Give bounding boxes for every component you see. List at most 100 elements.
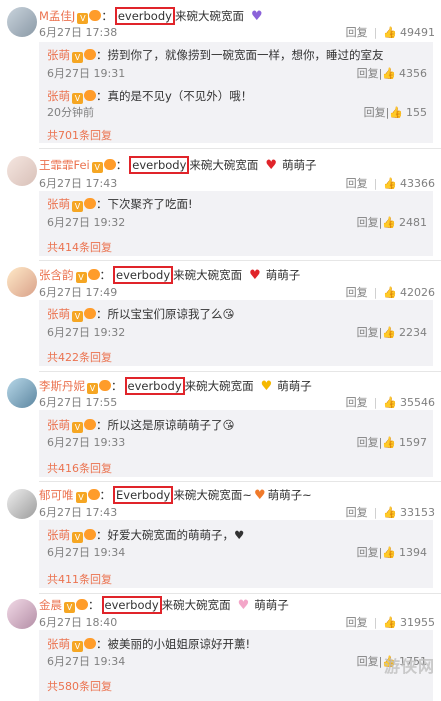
thumbs-up-icon[interactable]: 👍 [383,396,397,409]
thumbs-up-icon[interactable]: 👍 [382,546,396,559]
comment-date: 6月27日 17:55 [39,396,118,409]
thumbs-up-icon[interactable]: 👍 [382,326,396,339]
thumbs-up-icon[interactable]: 👍 [389,106,403,119]
reply-button[interactable]: 回复 [357,67,379,80]
username[interactable]: 李斯丹妮 [39,379,85,393]
reply-username[interactable]: 张萌 [47,197,70,211]
username[interactable]: 张含韵 [39,268,74,282]
reply-button[interactable]: 回复 [346,286,368,299]
verified-badge-icon: V [91,162,103,173]
reply-text: 张萌 V ：所以宝宝们原谅我了么😘 [47,307,235,322]
reply-button[interactable]: 回复 [357,216,379,229]
reply-button[interactable]: 回复 [364,106,386,119]
comment-text: 来碗大碗宽面 [173,268,243,282]
like-count: 155 [406,106,427,119]
comment-item: 王霏霏Fei V： everbody 来碗大碗宽面 ♥ 萌萌子 6月27日 17:43 回… [0,152,441,256]
reply-username[interactable]: 张萌 [47,528,70,542]
reply-actions: 回复|👍 2234 [356,326,427,339]
thumbs-up-icon[interactable]: 👍 [383,26,397,39]
thumbs-up-icon[interactable]: 👍 [382,67,396,80]
more-replies-link[interactable]: 共580条回复 [47,678,112,694]
comment-actions: 回复 | 👍 31955 [345,616,435,629]
thumbs-up-icon[interactable]: 👍 [383,506,397,519]
like-count: 35546 [400,396,435,409]
like-count: 33153 [400,506,435,519]
comment-text: 来碗大碗宽面 [161,598,231,612]
divider [39,371,441,372]
reply-text: 张萌 V ：捞到你了，就像捞到一碗宽面一样，想你，睡过的室友 [47,48,384,63]
like-count: 2234 [399,326,427,339]
comment-date: 6月27日 17:49 [39,286,118,299]
more-replies-link[interactable]: 共411条回复 [47,571,112,587]
comment-date: 6月27日 17:43 [39,506,118,519]
reply-button[interactable]: 回复 [346,396,368,409]
reply-button[interactable]: 回复 [346,506,368,519]
thumbs-up-icon[interactable]: 👍 [383,177,397,190]
reply-button[interactable]: 回复 [346,616,368,629]
reply-list: 张萌 V ：捞到你了，就像捞到一碗宽面一样，想你，睡过的室友 6月27日 19:31… [39,42,433,143]
reply-button[interactable]: 回复 [346,177,368,190]
comment-header: 李斯丹妮 V： everbody 来碗大碗宽面 ♥ 萌萌子 [39,377,312,395]
more-replies-link[interactable]: 共416条回复 [47,460,112,476]
reply-username[interactable]: 张萌 [47,48,70,62]
more-replies-link[interactable]: 共701条回复 [47,127,112,143]
reply-button[interactable]: 回复 [357,436,379,449]
reply-list: 张萌 V ：好爱大碗宽面的萌萌子，♥ 6月27日 19:34 回复|👍 1394 共4… [39,520,433,588]
avatar[interactable] [7,378,37,408]
comment-item: 金晨 V： everbody 来碗大碗宽面 ♥ 萌萌子 6月27日 18:40 回复 | 👍 3… [0,596,441,701]
comment-text: 来碗大碗宽面 [184,379,254,393]
verified-badge-icon: V [72,311,83,322]
more-replies-link[interactable]: 共414条回复 [47,239,112,255]
highlight-box: Everbody [113,486,174,504]
comment-actions: 回复 | 👍 33153 [345,506,435,519]
avatar[interactable] [7,489,37,519]
reply-actions: 回复|👍 1597 [356,436,427,449]
username[interactable]: 郁可唯 [39,488,74,502]
reply-username[interactable]: 张萌 [47,89,70,103]
reply-text: 张萌 V ：所以这是原谅萌萌子了😘 [47,418,235,433]
reply-actions: 回复|👍 1394 [356,546,427,559]
avatar[interactable] [7,7,37,37]
member-crown-icon [87,489,100,500]
comment-header: 郁可唯 V： Everbody 来碗大碗宽面~ ♥ 萌萌子~ [39,486,312,504]
avatar[interactable] [7,599,37,629]
reply-text: 张萌 V ：真的是不见y（不见外）哦！ [47,89,253,104]
username[interactable]: M孟佳J [39,9,75,23]
reply-username[interactable]: 张萌 [47,637,70,651]
verified-badge-icon: V [64,602,75,613]
thumbs-up-icon[interactable]: 👍 [382,216,396,229]
thumbs-up-icon[interactable]: 👍 [383,286,397,299]
reply-text: 张萌 V ：好爱大碗宽面的萌萌子，♥ [47,528,245,543]
comment-text: 来碗大碗宽面~ [173,488,252,502]
thumbs-up-icon[interactable]: 👍 [383,616,397,629]
heart-icon: ♥ [237,598,250,613]
avatar[interactable] [7,267,37,297]
thumbs-up-icon[interactable]: 👍 [382,436,396,449]
member-crown-icon [84,49,96,60]
comment-item: M孟佳J V： everbody 来碗大碗宽面 ♥ 6月27日 17:38 回复 | 👍 49… [0,0,441,143]
like-count: 2481 [399,216,427,229]
highlight-box: everbody [113,266,174,284]
reply-button[interactable]: 回复 [357,655,379,668]
username[interactable]: 王霏霏Fei [39,158,90,172]
more-replies-link[interactable]: 共422条回复 [47,349,112,365]
reply-username[interactable]: 张萌 [47,307,70,321]
like-count: 4356 [399,67,427,80]
heart-icon: ♥ [253,488,266,503]
reply-button[interactable]: 回复 [357,326,379,339]
highlight-box: everbody [114,7,175,25]
divider [39,260,441,261]
reply-date: 6月27日 19:32 [47,216,126,229]
verified-badge-icon: V [72,52,83,63]
reply-username[interactable]: 张萌 [47,418,70,432]
reply-button[interactable]: 回复 [357,546,379,559]
member-crown-icon [84,638,96,649]
member-crown-icon [84,308,96,319]
username[interactable]: 金晨 [39,598,62,612]
reply-date: 6月27日 19:32 [47,326,126,339]
reply-button[interactable]: 回复 [346,26,368,39]
comment-date: 6月27日 17:38 [39,26,118,39]
member-crown-icon [103,159,116,170]
comment-header: 金晨 V： everbody 来碗大碗宽面 ♥ 萌萌子 [39,596,289,614]
avatar[interactable] [7,156,37,186]
